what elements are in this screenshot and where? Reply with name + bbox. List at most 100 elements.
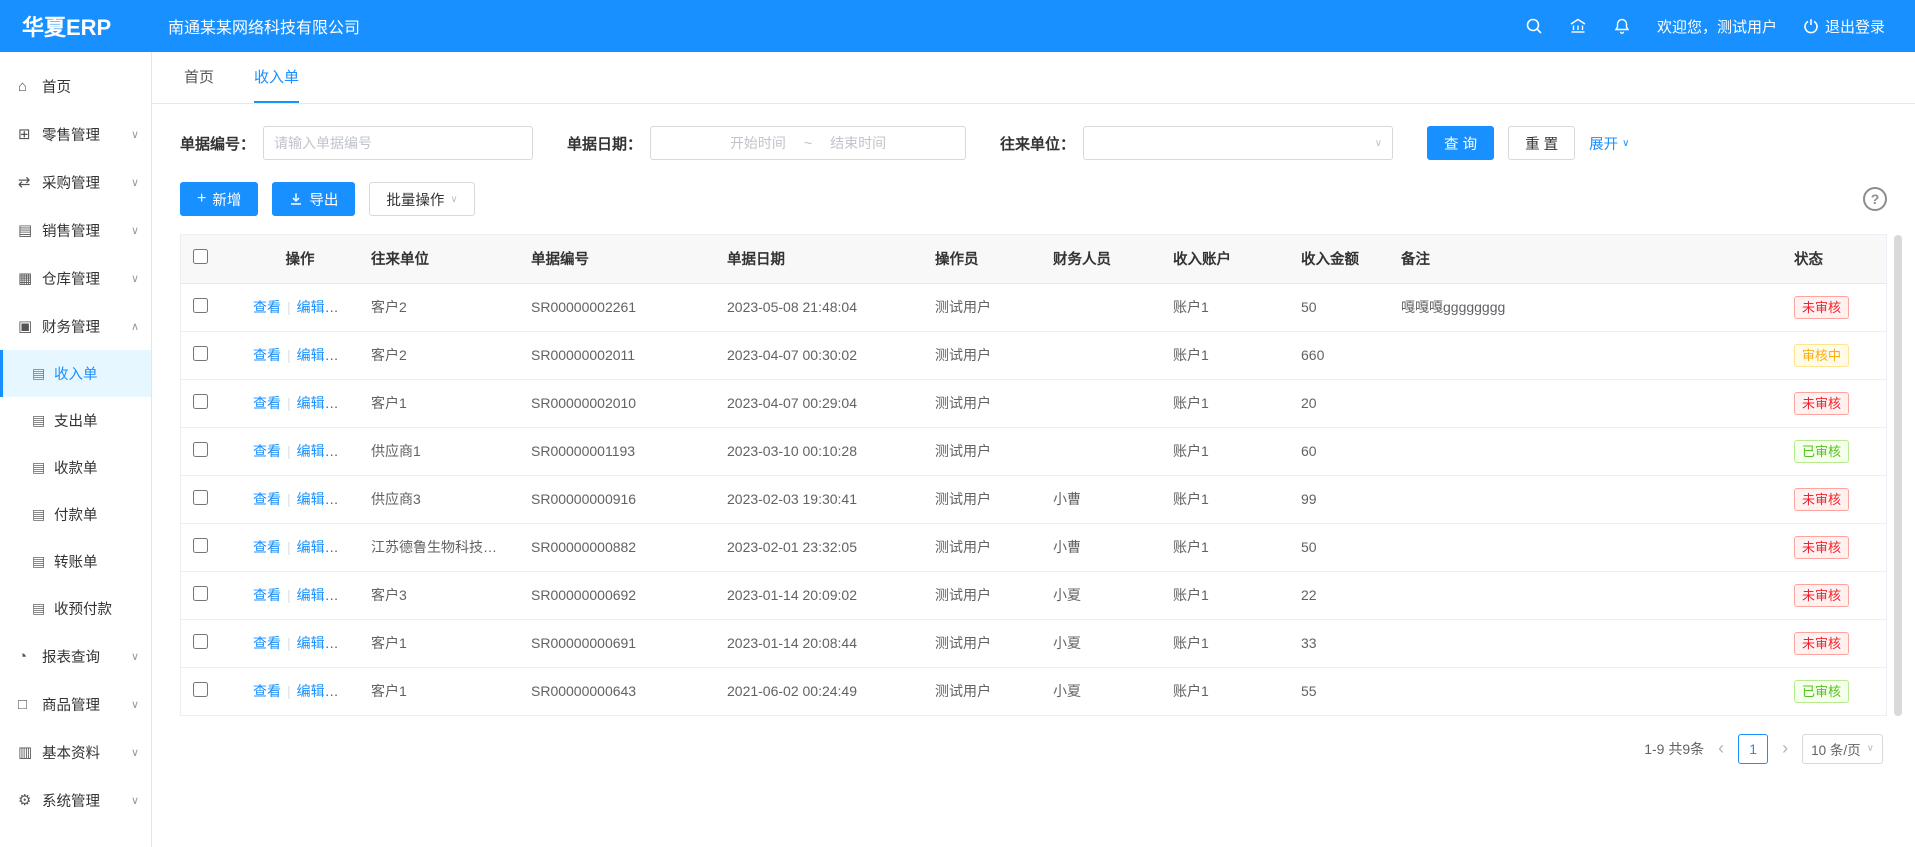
sidebar-item-sales[interactable]: ▤销售管理∨ bbox=[0, 206, 151, 254]
sidebar-item-purchase[interactable]: ⇄采购管理∨ bbox=[0, 158, 151, 206]
view-link[interactable]: 查看 bbox=[253, 635, 281, 651]
tab-home[interactable]: 首页 bbox=[184, 52, 214, 103]
row-checkbox[interactable] bbox=[193, 298, 208, 313]
chevron-down-icon: ∨ bbox=[450, 194, 457, 205]
view-link[interactable]: 查看 bbox=[253, 539, 281, 555]
reset-button[interactable]: 重 置 bbox=[1508, 126, 1575, 160]
sidebar-item-warehouse[interactable]: ▦仓库管理∨ bbox=[0, 254, 151, 302]
bank-icon[interactable] bbox=[1569, 17, 1587, 35]
delete-link[interactable]: 删除 bbox=[340, 347, 359, 363]
expand-link[interactable]: 展开 ∨ bbox=[1589, 133, 1629, 154]
cell-finance: 小夏 bbox=[1041, 667, 1161, 715]
date-label: 单据日期： bbox=[567, 133, 642, 154]
sidebar-item-home[interactable]: ⌂首页 bbox=[0, 62, 151, 110]
chevron-up-icon: ∧ bbox=[131, 320, 139, 333]
sidebar-item-label: 零售管理 bbox=[42, 124, 100, 145]
cell-partner: 客户2 bbox=[359, 283, 519, 331]
help-icon[interactable]: ? bbox=[1863, 187, 1887, 211]
sidebar-item-label: 系统管理 bbox=[42, 790, 100, 811]
view-link[interactable]: 查看 bbox=[253, 683, 281, 699]
sidebar-item-system[interactable]: ⚙系统管理∨ bbox=[0, 776, 151, 824]
search-button[interactable]: 查 询 bbox=[1427, 126, 1494, 160]
edit-link[interactable]: 编辑 bbox=[297, 683, 339, 699]
sidebar-item-goods[interactable]: □商品管理∨ bbox=[0, 680, 151, 728]
row-checkbox[interactable] bbox=[193, 490, 208, 505]
sidebar-item-report[interactable]: ◔报表查询∨ bbox=[0, 632, 151, 680]
row-checkbox[interactable] bbox=[193, 394, 208, 409]
vertical-scrollbar[interactable] bbox=[1894, 235, 1902, 716]
status-badge: 已审核 bbox=[1794, 440, 1849, 463]
row-checkbox[interactable] bbox=[193, 538, 208, 553]
delete-link[interactable]: 删除 bbox=[340, 395, 359, 411]
cell-partner: 供应商1 bbox=[359, 427, 519, 475]
action-separator: | bbox=[287, 395, 291, 411]
edit-link[interactable]: 编辑 bbox=[297, 443, 339, 459]
date-start-placeholder[interactable]: 开始时间 bbox=[730, 133, 786, 153]
purchase-icon: ⇄ bbox=[18, 173, 42, 191]
sidebar-item-finance[interactable]: ▣财务管理∧ bbox=[0, 302, 151, 350]
row-checkbox[interactable] bbox=[193, 586, 208, 601]
prev-page-button[interactable]: ‹ bbox=[1714, 738, 1728, 759]
date-range-picker[interactable]: 开始时间 ~ 结束时间 bbox=[650, 126, 966, 160]
batch-label: 批量操作 bbox=[386, 189, 444, 210]
sidebar-subitem-payment-bill[interactable]: ▤付款单 bbox=[0, 491, 151, 538]
tab-income-bill[interactable]: 收入单 bbox=[254, 52, 299, 103]
search-icon[interactable] bbox=[1525, 17, 1543, 35]
delete-link[interactable]: 删除 bbox=[340, 443, 359, 459]
edit-link[interactable]: 编辑 bbox=[297, 587, 339, 603]
page-size-select[interactable]: 10 条/页 ∨ bbox=[1802, 734, 1883, 764]
cell-amount: 660 bbox=[1289, 331, 1389, 379]
export-button[interactable]: 导出 bbox=[272, 182, 355, 216]
add-button[interactable]: + 新增 bbox=[180, 182, 258, 216]
delete-link[interactable]: 删除 bbox=[340, 587, 359, 603]
delete-link[interactable]: 删除 bbox=[340, 491, 359, 507]
row-checkbox[interactable] bbox=[193, 634, 208, 649]
sidebar-item-basedata[interactable]: ▥基本资料∨ bbox=[0, 728, 151, 776]
cell-account: 账户1 bbox=[1161, 619, 1289, 667]
view-link[interactable]: 查看 bbox=[253, 347, 281, 363]
edit-link[interactable]: 编辑 bbox=[297, 539, 339, 555]
cell-status: 未审核 bbox=[1782, 283, 1886, 331]
action-separator: | bbox=[287, 635, 291, 651]
column-header: 操作员 bbox=[923, 235, 1041, 283]
partner-select[interactable]: ∨ bbox=[1083, 126, 1393, 160]
table-row: 查看|编辑|删除客户3SR000000006922023-01-14 20:09… bbox=[181, 571, 1886, 619]
delete-link[interactable]: 删除 bbox=[340, 539, 359, 555]
edit-link[interactable]: 编辑 bbox=[297, 395, 339, 411]
column-header: 操作 bbox=[241, 235, 359, 283]
select-all-checkbox[interactable] bbox=[193, 249, 208, 264]
view-link[interactable]: 查看 bbox=[253, 587, 281, 603]
scrollbar-thumb[interactable] bbox=[1894, 235, 1902, 716]
view-link[interactable]: 查看 bbox=[253, 395, 281, 411]
cell-amount: 99 bbox=[1289, 475, 1389, 523]
delete-link[interactable]: 删除 bbox=[340, 683, 359, 699]
sidebar-subitem-advance-bill[interactable]: ▤收预付款 bbox=[0, 585, 151, 632]
bell-icon[interactable] bbox=[1613, 17, 1631, 35]
date-end-placeholder[interactable]: 结束时间 bbox=[830, 133, 886, 153]
add-label: 新增 bbox=[212, 189, 241, 210]
sidebar-subitem-expense-bill[interactable]: ▤支出单 bbox=[0, 397, 151, 444]
cell-remark bbox=[1389, 379, 1782, 427]
view-link[interactable]: 查看 bbox=[253, 491, 281, 507]
chevron-down-icon: ∨ bbox=[131, 176, 139, 189]
sidebar-subitem-receipt-bill[interactable]: ▤收款单 bbox=[0, 444, 151, 491]
current-page-button[interactable]: 1 bbox=[1738, 734, 1768, 764]
batch-button[interactable]: 批量操作 ∨ bbox=[369, 182, 474, 216]
row-checkbox[interactable] bbox=[193, 346, 208, 361]
sidebar-subitem-income-bill[interactable]: ▤收入单 bbox=[0, 350, 151, 397]
edit-link[interactable]: 编辑 bbox=[297, 299, 339, 315]
view-link[interactable]: 查看 bbox=[253, 443, 281, 459]
edit-link[interactable]: 编辑 bbox=[297, 491, 339, 507]
bill-no-input[interactable] bbox=[263, 126, 533, 160]
row-checkbox[interactable] bbox=[193, 682, 208, 697]
sidebar-subitem-transfer-bill[interactable]: ▤转账单 bbox=[0, 538, 151, 585]
view-link[interactable]: 查看 bbox=[253, 299, 281, 315]
delete-link[interactable]: 删除 bbox=[340, 299, 359, 315]
edit-link[interactable]: 编辑 bbox=[297, 635, 339, 651]
edit-link[interactable]: 编辑 bbox=[297, 347, 339, 363]
logout-button[interactable]: 退出登录 bbox=[1803, 16, 1885, 37]
row-checkbox[interactable] bbox=[193, 442, 208, 457]
delete-link[interactable]: 删除 bbox=[340, 635, 359, 651]
next-page-button[interactable]: › bbox=[1778, 738, 1792, 759]
sidebar-item-retail[interactable]: ⊞零售管理∨ bbox=[0, 110, 151, 158]
